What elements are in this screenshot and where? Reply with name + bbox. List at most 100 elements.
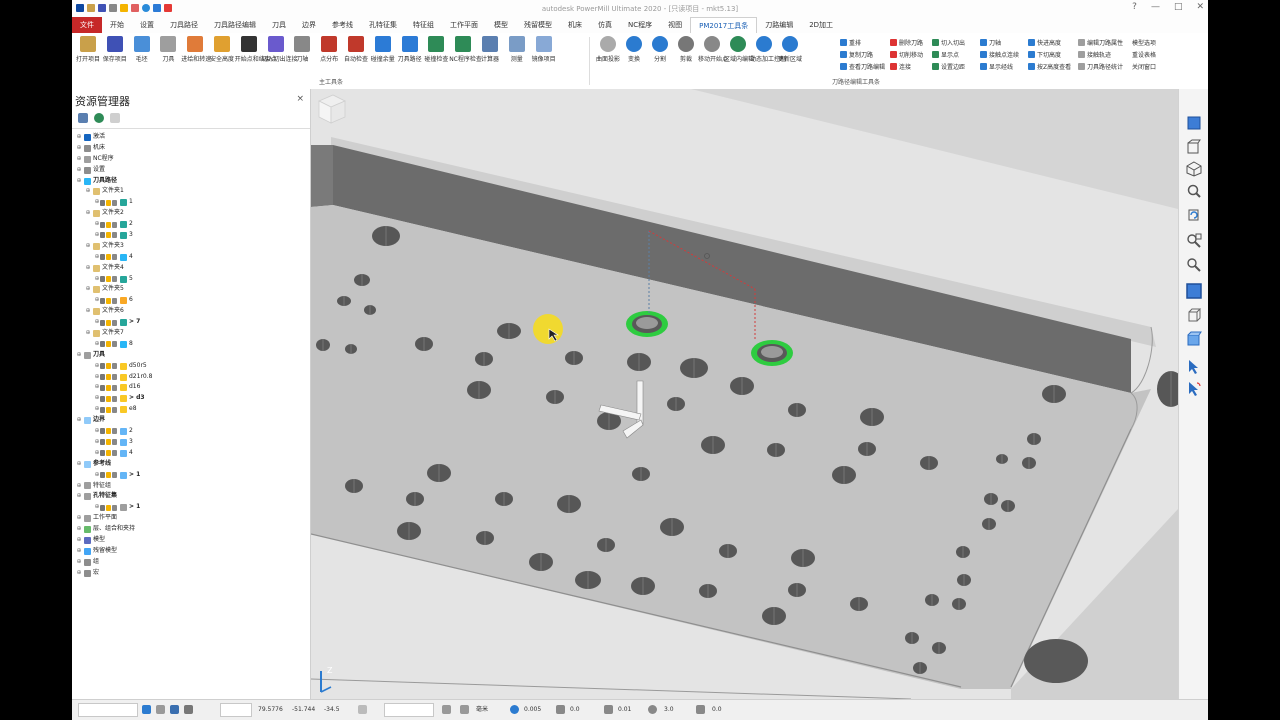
- tree-item[interactable]: ⊕ 设置: [76, 165, 306, 176]
- tree-item[interactable]: ⊕ 机床: [76, 143, 306, 154]
- ribbon-small-item[interactable]: 显示点: [932, 50, 959, 59]
- tab-5[interactable]: 刀具: [264, 17, 294, 33]
- tree-item[interactable]: ⊕ d50r5: [76, 361, 306, 372]
- ribbon-small-item[interactable]: 切削移动: [890, 50, 923, 59]
- coord-lock-icon[interactable]: [358, 705, 367, 714]
- tree-item[interactable]: ⊕ > 7: [76, 317, 306, 328]
- explorer-view-icon[interactable]: [78, 113, 88, 123]
- tab-17[interactable]: PM2017工具条: [690, 16, 758, 34]
- ribbon-small-item[interactable]: 刀具路径统计: [1078, 62, 1123, 71]
- zoom-out-icon[interactable]: [1186, 257, 1202, 273]
- edit-button-4[interactable]: 移动开始点: [698, 36, 728, 63]
- tree-item[interactable]: ⊕ 刀具: [76, 350, 306, 361]
- select-icon[interactable]: [1186, 359, 1202, 375]
- model-view[interactable]: Z: [311, 89, 1178, 699]
- help-button[interactable]: ?: [1132, 2, 1137, 12]
- tree-expand-icon[interactable]: ⊕: [76, 176, 82, 187]
- tab-7[interactable]: 参考线: [324, 17, 361, 33]
- tree-item[interactable]: ⊕ 3: [76, 437, 306, 448]
- view-cube[interactable]: [311, 89, 351, 129]
- tree-item[interactable]: ⊕ NC程序: [76, 154, 306, 165]
- tree-expand-icon[interactable]: ⊕: [76, 513, 82, 524]
- ribbon-button-14[interactable]: NC程序检查: [449, 36, 482, 63]
- tree-item[interactable]: ⊕ 刀具路径: [76, 176, 306, 187]
- tree-item[interactable]: ⊕ 3: [76, 230, 306, 241]
- ribbon-button-8[interactable]: 刀轴: [288, 36, 316, 63]
- ribbon-button-15[interactable]: 计算器: [476, 36, 504, 63]
- ribbon-small-item[interactable]: 下切高度: [1028, 50, 1061, 59]
- view-iso-icon[interactable]: [1186, 115, 1202, 131]
- tree-expand-icon[interactable]: ⊕: [76, 481, 82, 492]
- coord-input[interactable]: [384, 703, 434, 717]
- ribbon-small-item[interactable]: 设置边距: [932, 62, 965, 71]
- angle-icon[interactable]: [696, 705, 705, 714]
- tab-2[interactable]: 设置: [132, 17, 162, 33]
- tree-item[interactable]: ⊕ 参考线: [76, 459, 306, 470]
- selected-hole-1[interactable]: [626, 311, 668, 337]
- tab-4[interactable]: 刀具路径编辑: [206, 17, 264, 33]
- ribbon-button-3[interactable]: 刀具: [154, 36, 182, 63]
- tree-item[interactable]: ⊕ 模型: [76, 535, 306, 546]
- tree-expand-icon[interactable]: ⊕: [76, 535, 82, 546]
- pin-icon[interactable]: [442, 705, 451, 714]
- ribbon-button-7[interactable]: 切入切出连接: [262, 36, 298, 63]
- tree-item[interactable]: ⊕ 文件夹7: [76, 328, 306, 339]
- ribbon-small-item[interactable]: 查看刀路编辑: [840, 62, 885, 71]
- workplane-status-icon[interactable]: [170, 705, 179, 714]
- tree-expand-icon[interactable]: ⊕: [76, 415, 82, 426]
- tree-item[interactable]: ⊕ 文件夹4: [76, 263, 306, 274]
- tree-expand-icon[interactable]: ⊕: [85, 284, 91, 295]
- tab-18[interactable]: 刀路编辑: [757, 17, 801, 33]
- ribbon-small-item[interactable]: 删除刀路: [890, 38, 923, 47]
- tree-item[interactable]: ⊕ > 1: [76, 502, 306, 513]
- ribbon-button-6[interactable]: 开始点和结束点: [235, 36, 277, 63]
- tree-item[interactable]: ⊕ 组: [76, 557, 306, 568]
- tree-item[interactable]: ⊕ 工作平面: [76, 513, 306, 524]
- ribbon-button-1[interactable]: 保存项目: [101, 36, 129, 63]
- view-cube-icon[interactable]: [1186, 161, 1202, 177]
- tree-item[interactable]: ⊕ d16: [76, 382, 306, 393]
- tab-14[interactable]: 仿真: [590, 17, 620, 33]
- tab-9[interactable]: 特征组: [405, 17, 442, 33]
- ribbon-small-item[interactable]: 关闭窗口: [1132, 62, 1156, 71]
- stock-icon[interactable]: [556, 705, 565, 714]
- tab-3[interactable]: 刀具路径: [162, 17, 206, 33]
- tree-expand-icon[interactable]: ⊕: [76, 350, 82, 361]
- tree-expand-icon[interactable]: ⊕: [76, 546, 82, 557]
- ribbon-small-item[interactable]: 按Z高度查看: [1028, 62, 1071, 71]
- unit-icon[interactable]: [460, 705, 469, 714]
- graphics-viewport[interactable]: Z: [311, 89, 1178, 699]
- edit-button-0[interactable]: 曲面投影: [594, 36, 622, 63]
- explorer-delete-icon[interactable]: [110, 113, 120, 123]
- ribbon-small-item[interactable]: 编辑刀路属性: [1078, 38, 1123, 47]
- tree-item[interactable]: ⊕ > 1: [76, 470, 306, 481]
- ribbon-button-9[interactable]: 点分布: [315, 36, 343, 63]
- tree-item[interactable]: ⊕ 孔特征集: [76, 491, 306, 502]
- ribbon-small-item[interactable]: 显示经线: [980, 62, 1013, 71]
- tree-expand-icon[interactable]: ⊕: [76, 154, 82, 165]
- ribbon-small-item[interactable]: 重排: [840, 38, 861, 47]
- tree-expand-icon[interactable]: ⊕: [76, 459, 82, 470]
- ribbon-button-0[interactable]: 打开项目: [74, 36, 102, 63]
- ribbon-button-4[interactable]: 进给和转速: [181, 36, 211, 63]
- shaded-box-icon[interactable]: [1186, 331, 1202, 347]
- tree-item[interactable]: ⊕ 边界: [76, 415, 306, 426]
- tab-10[interactable]: 工作平面: [442, 17, 486, 33]
- edit-button-6[interactable]: 动态加工控制: [750, 36, 786, 63]
- tree-item[interactable]: ⊕ 4: [76, 448, 306, 459]
- minimize-button[interactable]: —: [1151, 2, 1160, 12]
- edit-button-5[interactable]: 区域内编辑: [724, 36, 754, 63]
- ribbon-button-13[interactable]: 碰撞检查: [422, 36, 450, 63]
- ribbon-small-item[interactable]: 复制刀路: [840, 50, 873, 59]
- tab-13[interactable]: 机床: [560, 17, 590, 33]
- tab-11[interactable]: 模型: [486, 17, 516, 33]
- ribbon-button-5[interactable]: 安全高度: [208, 36, 236, 63]
- tree-item[interactable]: ⊕ 5: [76, 274, 306, 285]
- ribbon-button-11[interactable]: 碰撞余量: [369, 36, 397, 63]
- zoom-icon[interactable]: [1186, 183, 1202, 199]
- tab-0[interactable]: 文件: [72, 17, 102, 33]
- coordinate-mode-field[interactable]: [220, 703, 252, 717]
- wireframe-view-icon[interactable]: [1186, 307, 1202, 323]
- explorer-globe-icon[interactable]: [94, 113, 104, 123]
- ribbon-small-item[interactable]: 接触轨迹: [1078, 50, 1111, 59]
